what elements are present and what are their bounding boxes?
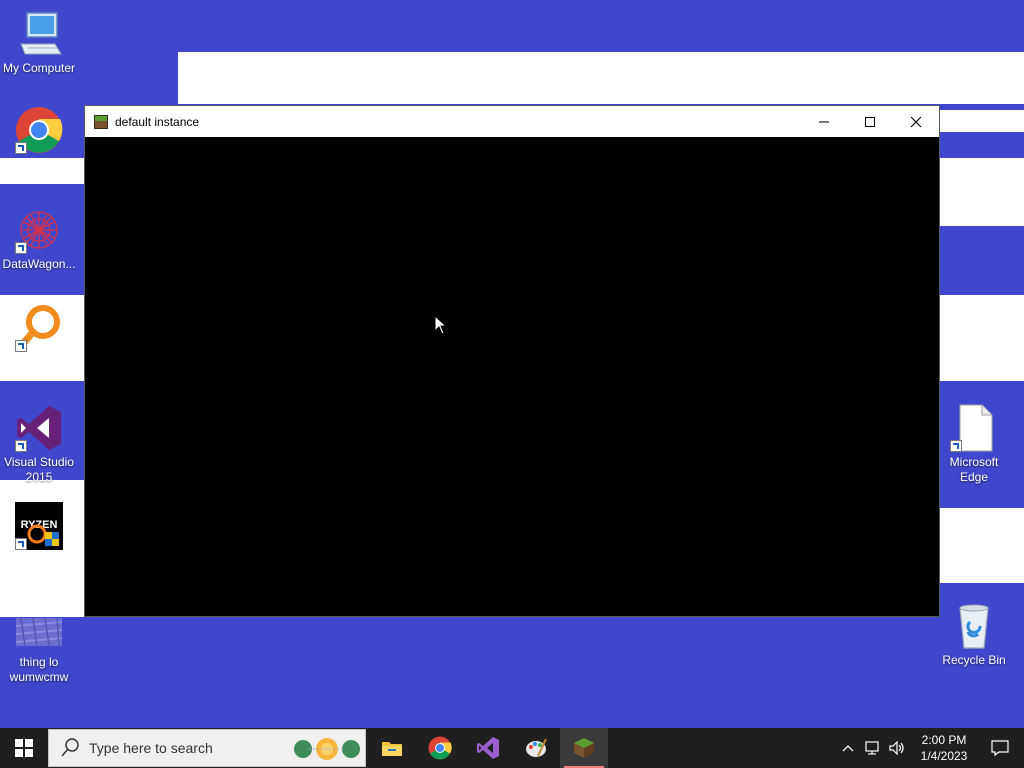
desktop-icon-microsoft-edge[interactable]: Microsoft Edge [935,404,1013,485]
wallpaper-stripe [940,508,1024,583]
ryzen-master-icon: RYZEN [15,502,63,550]
desktop-icon-datawagon[interactable]: DataWagon... [0,206,78,272]
window-titlebar[interactable]: default instance [85,106,939,137]
magnifier-app-icon [15,304,63,352]
chrome-icon [428,736,452,760]
wallpaper-stripe [0,158,84,184]
clock-date: 1/4/2023 [920,749,968,763]
visual-studio-icon [15,404,63,452]
search-highlight-icon [294,738,360,760]
paint-icon [526,738,547,757]
recycle-bin-icon [950,602,998,650]
minimize-icon [819,121,829,122]
desktop-icon-chrome[interactable] [0,106,78,157]
taskbar-file-explorer[interactable] [368,728,416,768]
notification-icon [991,740,1009,757]
window-content[interactable] [85,137,939,616]
blank-file-icon [950,404,998,452]
app-window[interactable]: default instance [84,105,940,617]
taskbar-paint[interactable] [512,728,560,768]
start-button[interactable] [0,728,48,768]
desktop-icon-label: DataWagon... [2,257,76,271]
network-icon[interactable] [864,740,882,756]
action-center-button[interactable] [976,728,1024,768]
chrome-icon [15,106,63,154]
datawagon-icon [15,206,63,254]
grass-block-icon [94,114,108,129]
maximize-icon [865,116,875,127]
desktop-icon-ryzen[interactable]: RYZEN [0,502,78,553]
minimize-button[interactable] [801,106,847,137]
window-title: default instance [115,114,200,129]
close-icon [910,116,922,127]
desktop-icon-label: thing lo wumwcmw [9,655,69,684]
shortcut-arrow-icon [950,440,962,452]
maximize-button[interactable] [847,106,893,137]
computer-icon [15,10,63,58]
volume-icon[interactable] [888,740,906,756]
mouse-cursor-icon [434,315,448,335]
desktop-icon-recycle-bin[interactable]: Recycle Bin [935,602,1013,668]
wallpaper-stripe [940,110,1024,132]
wallpaper-stripe [178,52,1024,104]
shortcut-arrow-icon [15,142,27,154]
visual-studio-icon [477,737,499,759]
desktop-icon-search-tool[interactable] [0,304,78,355]
desktop-icon-label: Visual Studio 2015 [4,455,74,484]
desktop-icon-label: My Computer [2,61,76,75]
minecraft-icon [574,738,594,758]
windows-logo-icon [15,739,33,757]
taskbar-search-box[interactable]: Type here to search [48,729,366,767]
taskbar-minecraft[interactable] [560,728,608,768]
shortcut-arrow-icon [15,242,27,254]
desktop-icon-label: Recycle Bin [942,653,1006,667]
search-placeholder: Type here to search [89,740,213,756]
close-button[interactable] [893,106,939,137]
file-explorer-icon [382,742,402,756]
shortcut-arrow-icon [15,340,27,352]
clock-time: 2:00 PM [921,733,967,747]
desktop-icon-label: Microsoft Edge [949,455,999,484]
desktop-icon-my-computer[interactable]: My Computer [0,10,78,76]
shortcut-arrow-icon [15,538,27,550]
search-icon [61,738,79,757]
shortcut-arrow-icon [15,440,27,452]
taskbar-visual-studio[interactable] [464,728,512,768]
wallpaper-stripe [940,295,1024,381]
taskbar-clock[interactable]: 2:00 PM 1/4/2023 [912,732,976,764]
taskbar: Type here to search 2:00 PM 1/4/2023 [0,728,1024,768]
desktop-icon-visual-studio[interactable]: Visual Studio 2015 [0,404,78,485]
system-tray: 2:00 PM 1/4/2023 [840,728,1024,768]
wallpaper-stripe [940,158,1024,226]
chevron-up-icon[interactable] [840,740,856,756]
desktop-icon-image-file[interactable]: thing lo wumwcmw [0,604,78,685]
taskbar-chrome[interactable] [416,728,464,768]
image-file-icon [15,604,63,652]
